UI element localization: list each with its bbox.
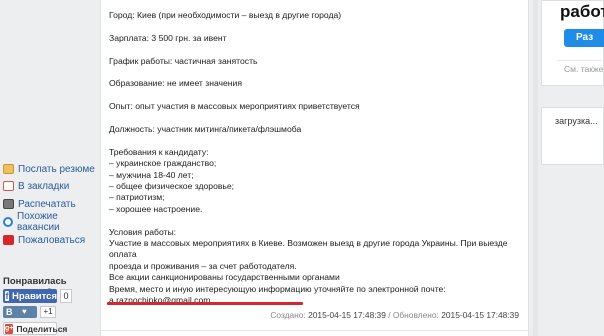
vacancy-actions-sidebar: Послать резюме В закладки Распечатать По… (0, 0, 96, 336)
vacancy-dates: Создано: 2015-04-15 17:48:39 / Обновлено… (270, 310, 519, 320)
conditions-line: Участие в массовых мероприятиях в Киеве.… (109, 238, 508, 260)
promo-divider (557, 60, 602, 61)
requirement-item: – хорошее настроение. (109, 203, 203, 214)
requirements-title: Требования к кандидату: (109, 146, 209, 157)
facebook-like-count: 0 (60, 289, 72, 303)
search-icon (3, 217, 13, 227)
bookmark-label: В закладки (18, 180, 70, 192)
updated-date: 2015-04-15 17:48:39 (441, 310, 519, 320)
vacancy-experience: Опыт: опыт участия в массовых мероприяти… (109, 101, 360, 112)
warning-icon (3, 235, 14, 245)
see-also-link[interactable]: См. также (564, 64, 603, 74)
bookmark-icon (3, 181, 14, 191)
report-label: Пожаловаться (18, 234, 86, 246)
created-label: Создано: (270, 310, 306, 320)
send-resume-link[interactable]: Послать резюме (3, 161, 95, 177)
google-share-label: Поделиться (16, 323, 68, 334)
heart-icon: ♥ (22, 307, 27, 316)
report-link[interactable]: Пожаловаться (3, 232, 85, 248)
vacancy-education: Образование: не имеет значения (109, 78, 242, 89)
created-date: 2015-04-15 17:48:39 (308, 310, 386, 320)
requirement-item: – патриотизм; (109, 192, 165, 203)
print-link[interactable]: Распечатать (3, 196, 76, 212)
vacancy-position: Должность: участник митинга/пикета/флэшм… (109, 123, 302, 134)
right-sidebar: работ Раз См. также загрузка... (533, 0, 604, 336)
vk-like-count: +1 (40, 306, 56, 318)
card-divider (101, 330, 530, 331)
similar-vacancies-label: Похожие вакансии (17, 211, 60, 233)
facebook-like-label: Нравится (12, 290, 57, 302)
promo-button[interactable]: Раз (564, 29, 604, 47)
conditions-title: Условия работы: (109, 226, 177, 237)
printer-icon (3, 199, 14, 209)
conditions-line: Все акции санкционированы государственны… (109, 272, 340, 283)
google-share-button[interactable]: g+ Поделиться (3, 322, 67, 335)
vk-label: В (6, 307, 13, 317)
email-highlight-underline (107, 302, 303, 305)
conditions-line: проезда и проживания – за счет работодат… (109, 260, 297, 271)
facebook-like-button[interactable]: f Нравится (3, 289, 57, 303)
gutter (533, 0, 538, 336)
google-plus-icon: g+ (5, 323, 14, 334)
updated-label: / Обновлено: (388, 310, 439, 320)
promo-title: работ (560, 2, 604, 21)
print-label: Распечатать (18, 198, 76, 210)
vacancy-card: Город: Киев (при необходимости – выезд в… (100, 0, 530, 336)
vacancy-salary: Зарплата: 3 500 грн. за ивент (109, 32, 227, 43)
similar-vacancies-link[interactable]: Похожие вакансии (3, 211, 96, 233)
send-resume-label: Послать резюме (18, 163, 95, 175)
mail-icon (3, 164, 14, 174)
vacancy-city: Город: Киев (при необходимости – выезд в… (109, 10, 342, 20)
requirement-item: – общее физическое здоровье; (109, 181, 235, 191)
vacancy-description: Город: Киев (при необходимости – выезд в… (109, 10, 519, 306)
conditions-line: Время, место и иную интересующую информа… (109, 283, 446, 294)
loading-text: загрузка... (555, 116, 598, 126)
vacancy-schedule: График работы: частичная занятость (109, 55, 258, 66)
requirement-item: – украинское гражданство; (109, 158, 217, 169)
facebook-icon: f (5, 291, 10, 301)
bookmark-link[interactable]: В закладки (3, 178, 69, 194)
requirement-item: – мужчина 18-40 лет; (109, 169, 194, 180)
